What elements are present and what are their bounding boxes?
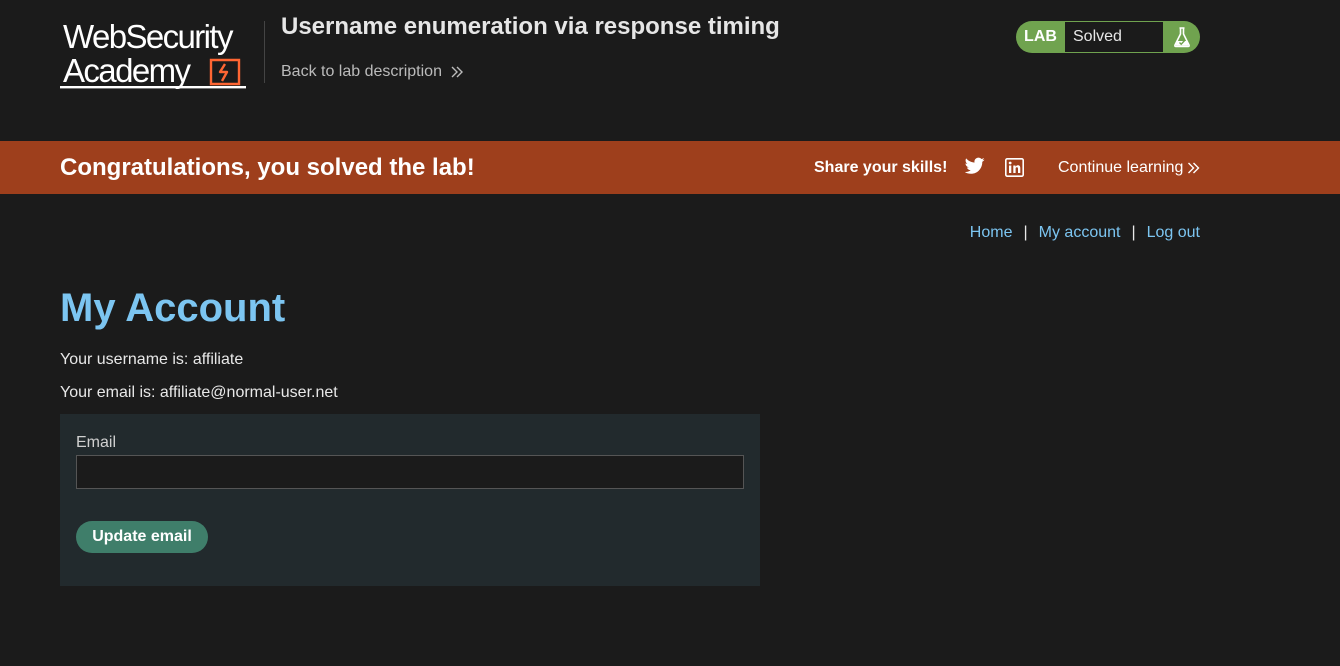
lab-status-badge: LAB Solved bbox=[1016, 21, 1200, 53]
lab-status-label: LAB bbox=[1024, 28, 1057, 45]
continue-learning-link[interactable]: Continue learning bbox=[1058, 159, 1200, 177]
update-email-button[interactable]: Update email bbox=[76, 521, 208, 553]
double-chevron-right-icon bbox=[1188, 162, 1200, 174]
email-field[interactable] bbox=[76, 455, 744, 489]
continue-learning-label: Continue learning bbox=[1058, 159, 1184, 176]
congratulations-message: Congratulations, you solved the lab! bbox=[60, 154, 475, 181]
twitter-icon[interactable] bbox=[965, 157, 985, 175]
back-link-label: Back to lab description bbox=[281, 63, 442, 80]
flask-icon bbox=[1163, 21, 1200, 53]
header-divider bbox=[264, 21, 265, 83]
back-to-lab-description-link[interactable]: Back to lab description bbox=[281, 63, 464, 81]
email-field-label: Email bbox=[76, 434, 117, 451]
page-header: WebSecurity Academy Username enumeration… bbox=[0, 0, 1340, 141]
page-title: My Account bbox=[60, 286, 286, 330]
nav-home-link[interactable]: Home bbox=[970, 224, 1013, 242]
account-navigation: Home | My account | Log out bbox=[970, 224, 1200, 242]
change-email-form: Email Update email bbox=[60, 414, 760, 586]
lab-status-value: Solved bbox=[1065, 22, 1163, 52]
logo-bolt-icon bbox=[209, 58, 241, 86]
lab-title: Username enumeration via response timing bbox=[281, 13, 780, 40]
logo-text-line1: WebSecurity bbox=[63, 18, 233, 55]
double-chevron-right-icon bbox=[451, 66, 463, 78]
share-skills-label: Share your skills! bbox=[814, 159, 948, 176]
linkedin-icon[interactable] bbox=[1005, 158, 1024, 177]
username-info: Your username is: affiliate bbox=[60, 351, 244, 368]
lab-solved-banner: Congratulations, you solved the lab! Sha… bbox=[0, 141, 1340, 194]
logo-underline-icon bbox=[60, 86, 246, 89]
nav-my-account-link[interactable]: My account bbox=[1039, 224, 1121, 242]
email-info: Your email is: affiliate@normal-user.net bbox=[60, 384, 338, 401]
logo-text-line2: Academy bbox=[63, 52, 191, 89]
nav-separator: | bbox=[1023, 224, 1028, 241]
nav-separator: | bbox=[1131, 224, 1136, 241]
web-security-academy-logo[interactable]: WebSecurity Academy bbox=[60, 20, 262, 92]
nav-log-out-link[interactable]: Log out bbox=[1147, 224, 1200, 242]
